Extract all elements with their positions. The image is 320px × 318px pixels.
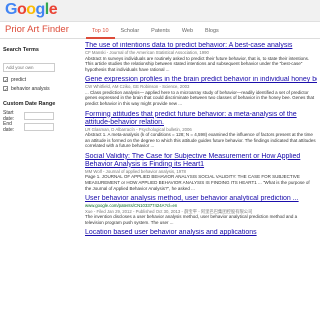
search-term-item[interactable]: ✓ predict — [3, 75, 75, 84]
top-bar: Google — [0, 0, 320, 22]
tab-blogs[interactable]: Blogs — [199, 22, 225, 39]
result-title-link[interactable]: The use of intentions data to predict be… — [85, 42, 317, 50]
logo-letter: e — [48, 1, 58, 18]
checkbox-checked-icon[interactable]: ✓ — [3, 86, 8, 92]
search-term-item[interactable]: ✓ behavior analysis — [3, 84, 75, 93]
logo-letter: g — [35, 1, 46, 18]
tab-patents[interactable]: Patents — [145, 22, 176, 39]
tab-scholar[interactable]: Scholar — [115, 22, 146, 39]
start-date-input[interactable] — [24, 111, 54, 120]
sidebar: Search Terms ✓ predict ✓ behavior analys… — [3, 47, 75, 133]
result-title-link[interactable]: Location based user behavior analysis an… — [85, 229, 317, 237]
end-date-label: End date: — [3, 120, 15, 133]
end-date-row: End date: — [3, 120, 75, 133]
results-list: The use of intentions data to predict be… — [85, 42, 317, 241]
logo-letter: G — [5, 1, 17, 18]
result-item: Gene expression profiles in the brain pr… — [85, 76, 317, 106]
result-item: Forming attitudes that predict future be… — [85, 111, 317, 149]
tab-bar: Top 10 Scholar Patents Web Blogs — [86, 22, 225, 39]
logo-letter: o — [26, 1, 36, 18]
tab-web[interactable]: Web — [176, 22, 199, 39]
logo-letter: o — [16, 1, 27, 18]
result-snippet: The invention discloses a user behavior … — [85, 214, 298, 225]
result-snippet: Abstract In surveys individuals are rout… — [85, 55, 310, 72]
google-logo[interactable]: Google — [5, 1, 58, 19]
search-terms-title: Search Terms — [3, 47, 39, 53]
result-snippet: Page 1. JOURNAL OF APPLIED BEHAVIOR ANAL… — [85, 174, 310, 191]
result-item: Social Validity: The Case for Subjective… — [85, 153, 317, 191]
result-title-link[interactable]: Forming attitudes that predict future be… — [85, 111, 317, 127]
result-snippet: Abstract 1. A meta-analysis (k of condit… — [85, 132, 316, 149]
checkbox-checked-icon[interactable]: ✓ — [3, 77, 8, 83]
start-date-row: Start date: — [3, 110, 75, 122]
end-date-input[interactable] — [24, 122, 54, 131]
result-snippet: ... Class prediction analysis— applied h… — [85, 89, 315, 106]
app-title: Prior Art Finder — [5, 24, 69, 35]
search-term-label: predict — [11, 76, 27, 83]
result-title-link[interactable]: Social Validity: The Case for Subjective… — [85, 153, 317, 169]
result-title-link[interactable]: Gene expression profiles in the brain pr… — [85, 76, 317, 84]
search-term-label: behavior analysis — [11, 85, 50, 92]
result-title-link[interactable]: User behavior analysis method, user beha… — [85, 195, 317, 203]
result-item: The use of intentions data to predict be… — [85, 42, 317, 72]
app-header: Prior Art Finder Top 10 Scholar Patents … — [0, 22, 320, 39]
result-item: Location based user behavior analysis an… — [85, 229, 317, 237]
add-term-input[interactable] — [3, 63, 55, 72]
date-range-title: Custom Date Range — [3, 101, 56, 107]
tab-top-10[interactable]: Top 10 — [86, 22, 115, 39]
result-item: User behavior analysis method, user beha… — [85, 195, 317, 225]
